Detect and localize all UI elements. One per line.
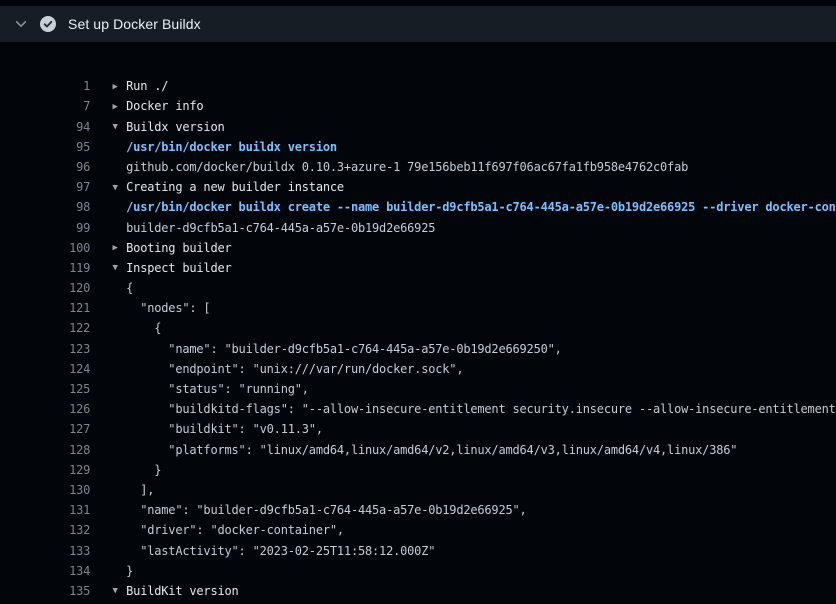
log-text: } bbox=[126, 564, 133, 578]
group-toggle-icon[interactable]: ▼ bbox=[108, 581, 122, 601]
group-toggle-icon[interactable]: ▼ bbox=[108, 178, 122, 198]
log-text: } bbox=[126, 463, 161, 477]
log-text: { bbox=[126, 321, 161, 335]
log-group-title[interactable]: Run ./ bbox=[126, 79, 168, 93]
line-number[interactable]: 132 bbox=[42, 520, 90, 540]
log-text: "name": "builder-d9cfb5a1-c764-445a-a57e… bbox=[126, 342, 562, 356]
log-text: "buildkit": "v0.11.3", bbox=[126, 422, 323, 436]
line-number[interactable]: 123 bbox=[42, 339, 90, 359]
line-number[interactable]: 134 bbox=[42, 561, 90, 581]
line-number[interactable]: 97 bbox=[42, 177, 90, 197]
log-group-title[interactable]: Buildx version bbox=[126, 120, 224, 134]
log-group-title[interactable]: Docker info bbox=[126, 99, 203, 113]
step-header[interactable]: Set up Docker Buildx bbox=[0, 6, 836, 42]
log-text: builder-d9cfb5a1-c764-445a-a57e-0b19d2e6… bbox=[126, 221, 435, 235]
log-text: /usr/bin/docker buildx create --name bui… bbox=[126, 200, 836, 214]
line-number[interactable]: 7 bbox=[42, 96, 90, 116]
log-text: /usr/bin/docker buildx version bbox=[126, 140, 337, 154]
log-group-header[interactable]: 1▶Run ./ bbox=[0, 56, 836, 76]
line-number[interactable]: 125 bbox=[42, 379, 90, 399]
line-number[interactable]: 133 bbox=[42, 541, 90, 561]
log-text: github.com/docker/buildx 0.10.3+azure-1 … bbox=[126, 160, 688, 174]
line-number[interactable]: 98 bbox=[42, 197, 90, 217]
log-text: "buildkitd-flags": "--allow-insecure-ent… bbox=[126, 402, 836, 416]
log-group-title[interactable]: Creating a new builder instance bbox=[126, 180, 344, 194]
line-number[interactable]: 128 bbox=[42, 440, 90, 460]
line-number[interactable]: 126 bbox=[42, 399, 90, 419]
group-toggle-icon[interactable]: ▶ bbox=[108, 77, 122, 97]
line-number[interactable]: 121 bbox=[42, 298, 90, 318]
chevron-down-icon[interactable] bbox=[14, 17, 28, 31]
group-toggle-icon[interactable]: ▶ bbox=[108, 238, 122, 258]
line-number[interactable]: 135 bbox=[42, 581, 90, 601]
log-area: 1▶Run ./ 7▶Docker info 94▼Buildx version… bbox=[0, 56, 836, 604]
check-circle-icon bbox=[40, 16, 56, 32]
log-text: "nodes": [ bbox=[126, 301, 210, 315]
log-text: "lastActivity": "2023-02-25T11:58:12.000… bbox=[126, 544, 435, 558]
line-number[interactable]: 95 bbox=[42, 137, 90, 157]
log-group-title[interactable]: Inspect builder bbox=[126, 261, 231, 275]
log-group-title[interactable]: Booting builder bbox=[126, 241, 231, 255]
line-number[interactable]: 94 bbox=[42, 117, 90, 137]
line-number[interactable]: 120 bbox=[42, 278, 90, 298]
line-number[interactable]: 119 bbox=[42, 258, 90, 278]
log-text: "status": "running", bbox=[126, 382, 309, 396]
group-toggle-icon[interactable]: ▼ bbox=[108, 117, 122, 137]
group-toggle-icon[interactable]: ▼ bbox=[108, 258, 122, 278]
line-number[interactable]: 124 bbox=[42, 359, 90, 379]
log-text: "platforms": "linux/amd64,linux/amd64/v2… bbox=[126, 443, 737, 457]
line-number[interactable]: 131 bbox=[42, 500, 90, 520]
log-text: ], bbox=[126, 483, 154, 497]
step-title: Set up Docker Buildx bbox=[68, 16, 201, 32]
log-text: "driver": "docker-container", bbox=[126, 523, 344, 537]
line-number[interactable]: 130 bbox=[42, 480, 90, 500]
line-number[interactable]: 1 bbox=[42, 76, 90, 96]
line-number[interactable]: 122 bbox=[42, 318, 90, 338]
log-text: "name": "builder-d9cfb5a1-c764-445a-a57e… bbox=[126, 503, 526, 517]
line-number[interactable]: 129 bbox=[42, 460, 90, 480]
log-text: "endpoint": "unix:///var/run/docker.sock… bbox=[126, 362, 463, 376]
line-number[interactable]: 127 bbox=[42, 419, 90, 439]
log-text: { bbox=[126, 281, 133, 295]
line-number[interactable]: 100 bbox=[42, 238, 90, 258]
log-group-title[interactable]: BuildKit version bbox=[126, 584, 238, 598]
line-number[interactable]: 96 bbox=[42, 157, 90, 177]
line-number[interactable]: 99 bbox=[42, 218, 90, 238]
group-toggle-icon[interactable]: ▶ bbox=[108, 97, 122, 117]
